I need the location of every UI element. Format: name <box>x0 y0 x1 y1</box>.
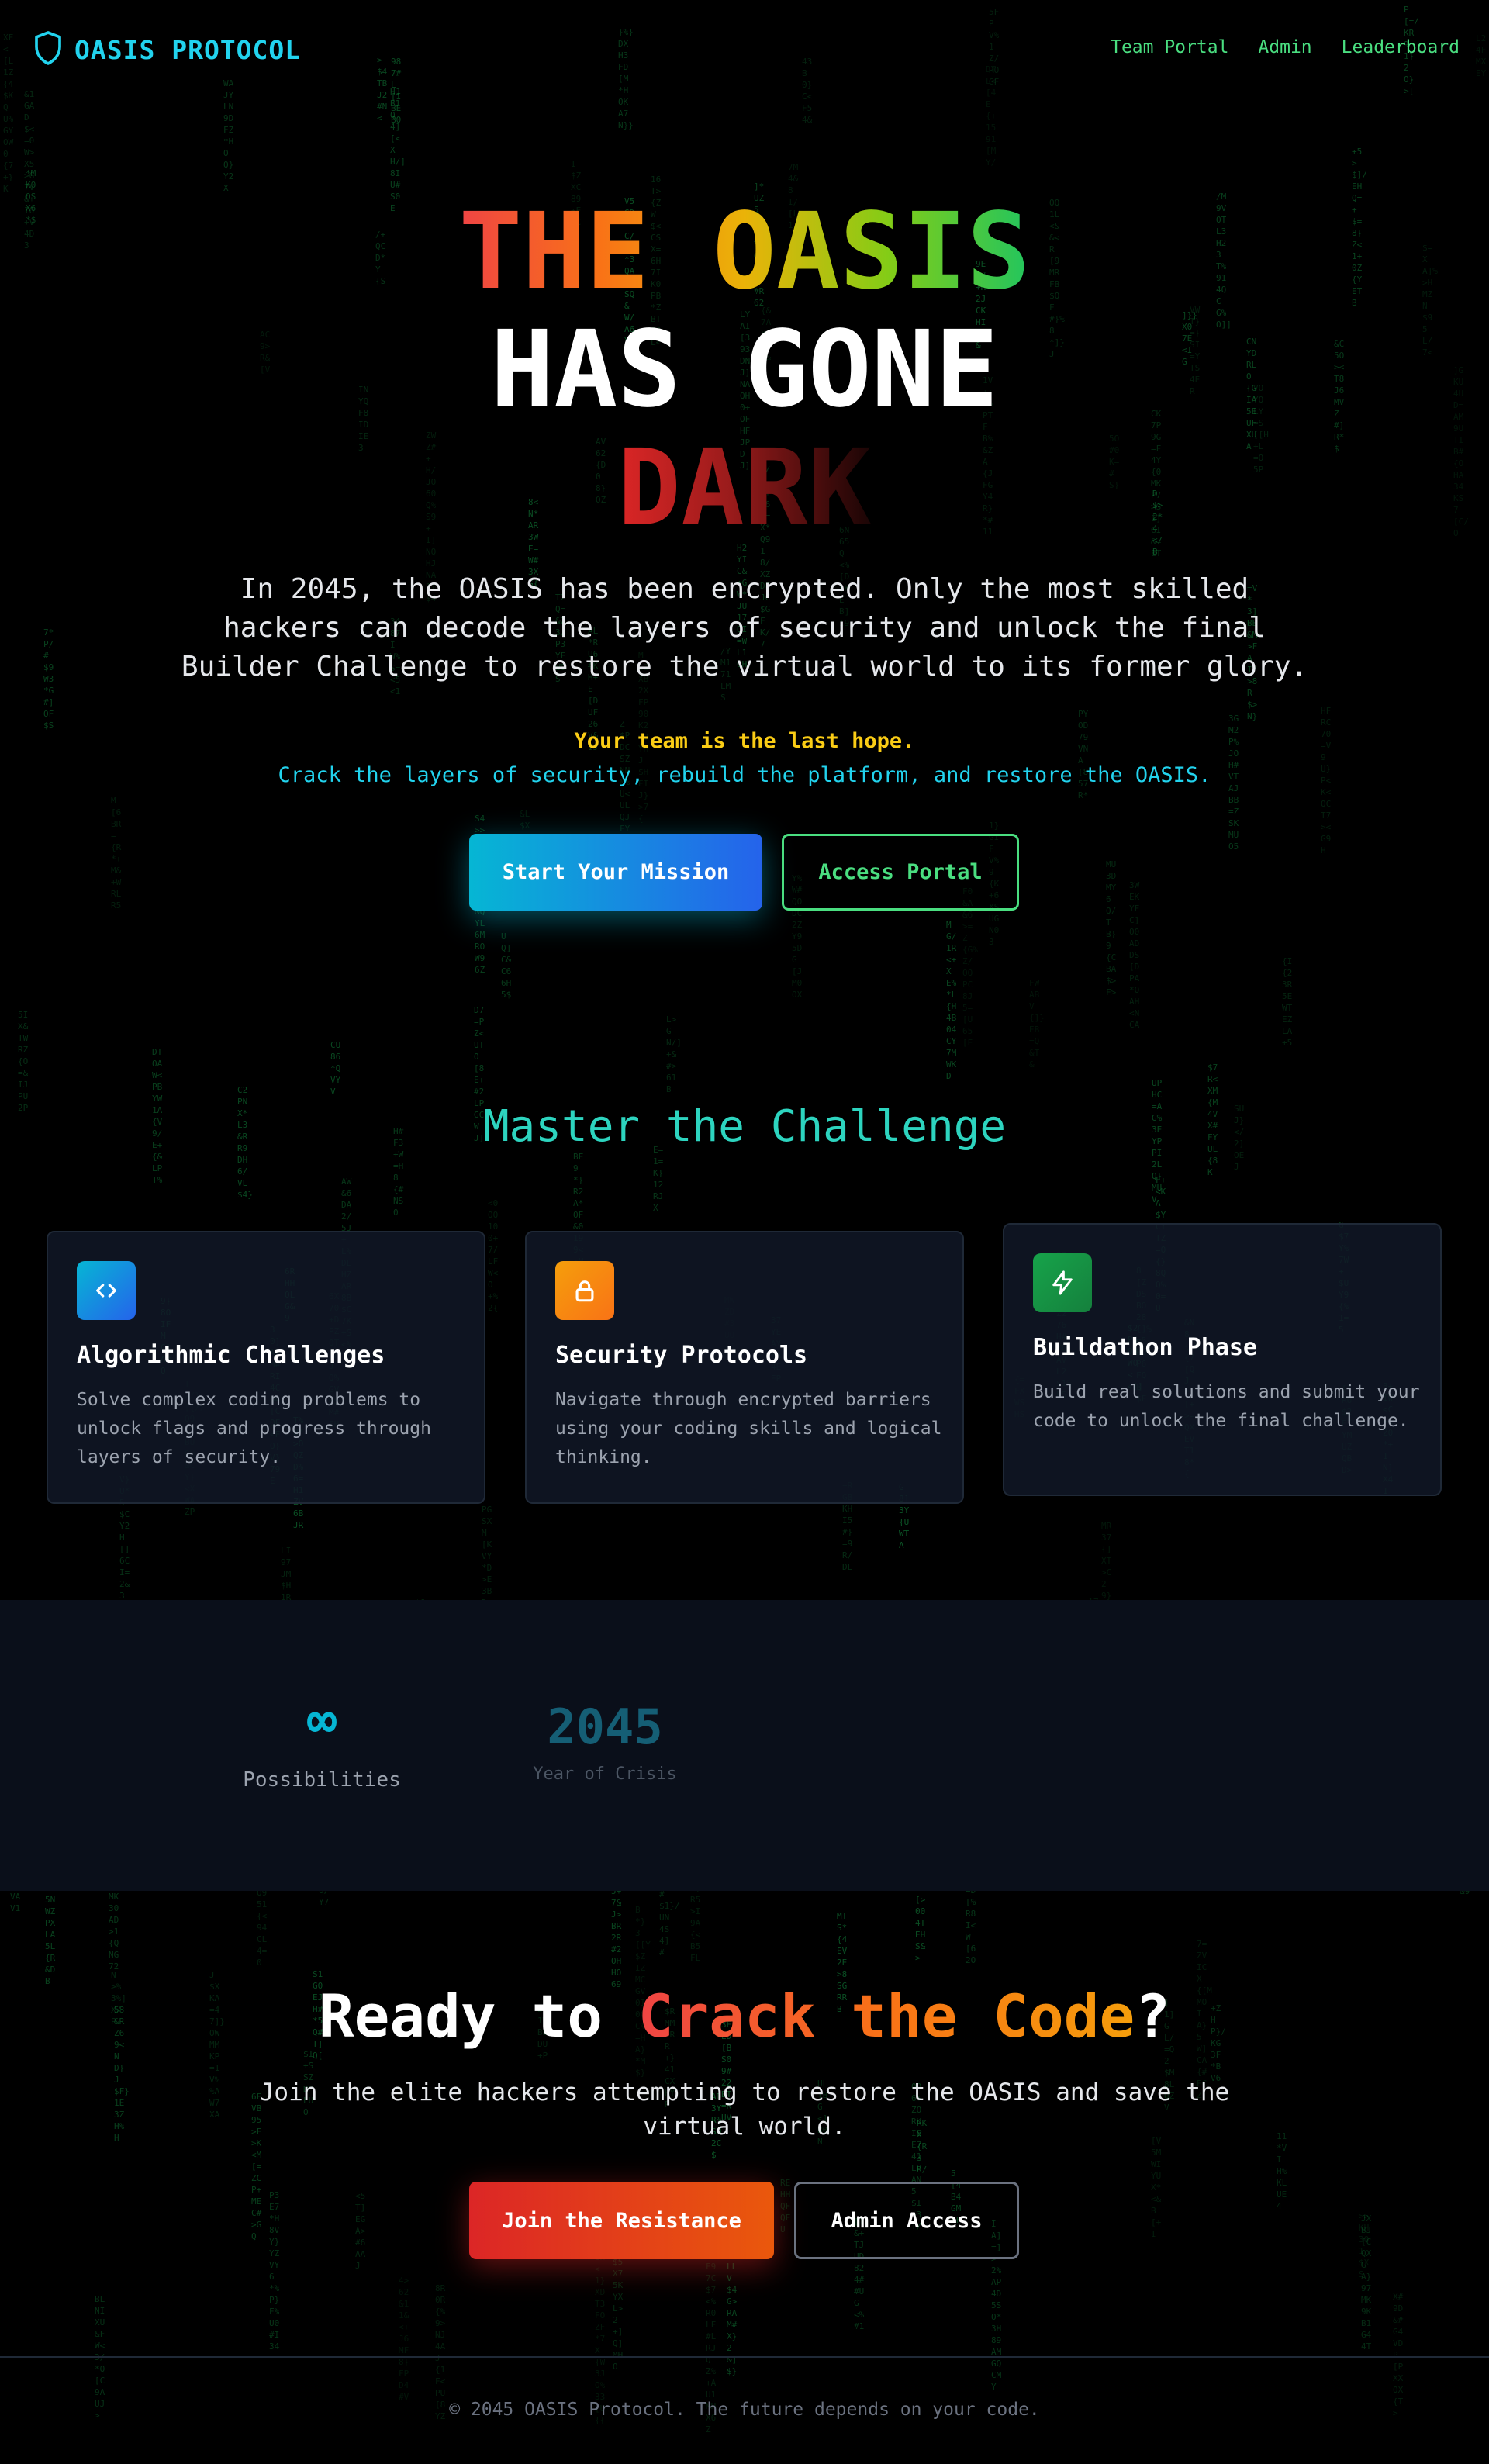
footer: © 2045 OASIS Protocol. The future depend… <box>0 0 1489 2464</box>
landing-page: MWZD#3UO{6H2YIC&+GW*JU17OI=WL1QH&L$XL4U>… <box>0 0 1489 2464</box>
footer-copyright: © 2045 OASIS Protocol. The future depend… <box>449 2400 1040 2420</box>
